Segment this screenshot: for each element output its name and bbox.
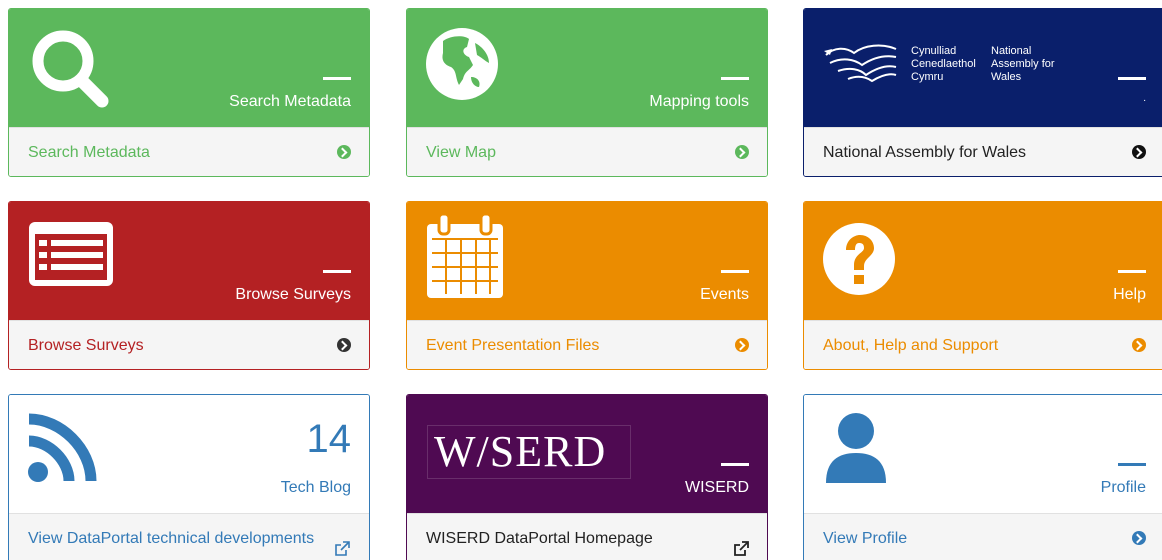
blog-count: 14 — [306, 417, 352, 461]
wiserd-panel: W/SERD WISERD WISERD DataPortal Homepage — [406, 394, 768, 560]
browse-surveys-panel: Browse Surveys Browse Surveys — [8, 201, 370, 370]
arrow-circle-right-icon — [735, 145, 749, 159]
events-panel: Events Event Presentation Files — [406, 201, 768, 370]
arrow-circle-right-icon — [1132, 531, 1146, 545]
profile-panel: Profile View Profile — [803, 394, 1162, 560]
calendar-icon — [425, 212, 505, 305]
panel-heading: Mapping tools — [649, 93, 749, 110]
arrow-circle-right-icon — [337, 145, 351, 159]
event-presentation-files-link[interactable]: Event Presentation Files — [407, 320, 767, 369]
arrow-circle-right-icon — [735, 338, 749, 352]
arrow-circle-right-icon — [1132, 145, 1146, 159]
external-link-icon — [733, 528, 749, 556]
globe-icon — [425, 27, 499, 106]
panel-heading: Events — [700, 286, 749, 303]
national-assembly-link[interactable]: National Assembly for Wales — [804, 127, 1162, 176]
help-panel: Help About, Help and Support — [803, 201, 1162, 370]
user-icon — [822, 411, 890, 492]
search-metadata-panel: Search Metadata Search Metadata — [8, 8, 370, 177]
panel-heading: Browse Surveys — [235, 286, 351, 303]
panel-heading: Tech Blog — [280, 479, 351, 496]
arrow-circle-right-icon — [337, 338, 351, 352]
wiserd-logo: W/SERD — [427, 425, 631, 479]
browse-surveys-link[interactable]: Browse Surveys — [9, 320, 369, 369]
tech-blog-panel: 14 Tech Blog View DataPortal technical d… — [8, 394, 370, 560]
panel-heading: Profile — [1100, 479, 1146, 496]
list-icon — [27, 220, 115, 293]
view-profile-link[interactable]: View Profile — [804, 513, 1162, 560]
search-icon — [27, 27, 119, 118]
search-metadata-link[interactable]: Search Metadata — [9, 127, 369, 176]
arrow-circle-right-icon — [1132, 338, 1146, 352]
national-assembly-panel: Cynulliad Cenedlaethol Cymru National As… — [803, 8, 1162, 177]
panel-heading: Help — [1113, 286, 1146, 303]
mapping-tools-panel: Mapping tools View Map — [406, 8, 768, 177]
wiserd-homepage-link[interactable]: WISERD DataPortal Homepage — [407, 513, 767, 560]
panel-heading: Search Metadata — [229, 93, 351, 110]
view-map-link[interactable]: View Map — [407, 127, 767, 176]
question-icon — [822, 222, 896, 301]
external-link-icon — [334, 528, 350, 560]
rss-icon — [27, 411, 99, 488]
panel-heading: WISERD — [685, 479, 749, 496]
about-help-support-link[interactable]: About, Help and Support — [804, 320, 1162, 369]
panel-heading: . — [1143, 93, 1146, 104]
dragon-logo-icon — [824, 43, 898, 88]
view-technical-developments-link[interactable]: View DataPortal technical developments — [9, 513, 369, 560]
